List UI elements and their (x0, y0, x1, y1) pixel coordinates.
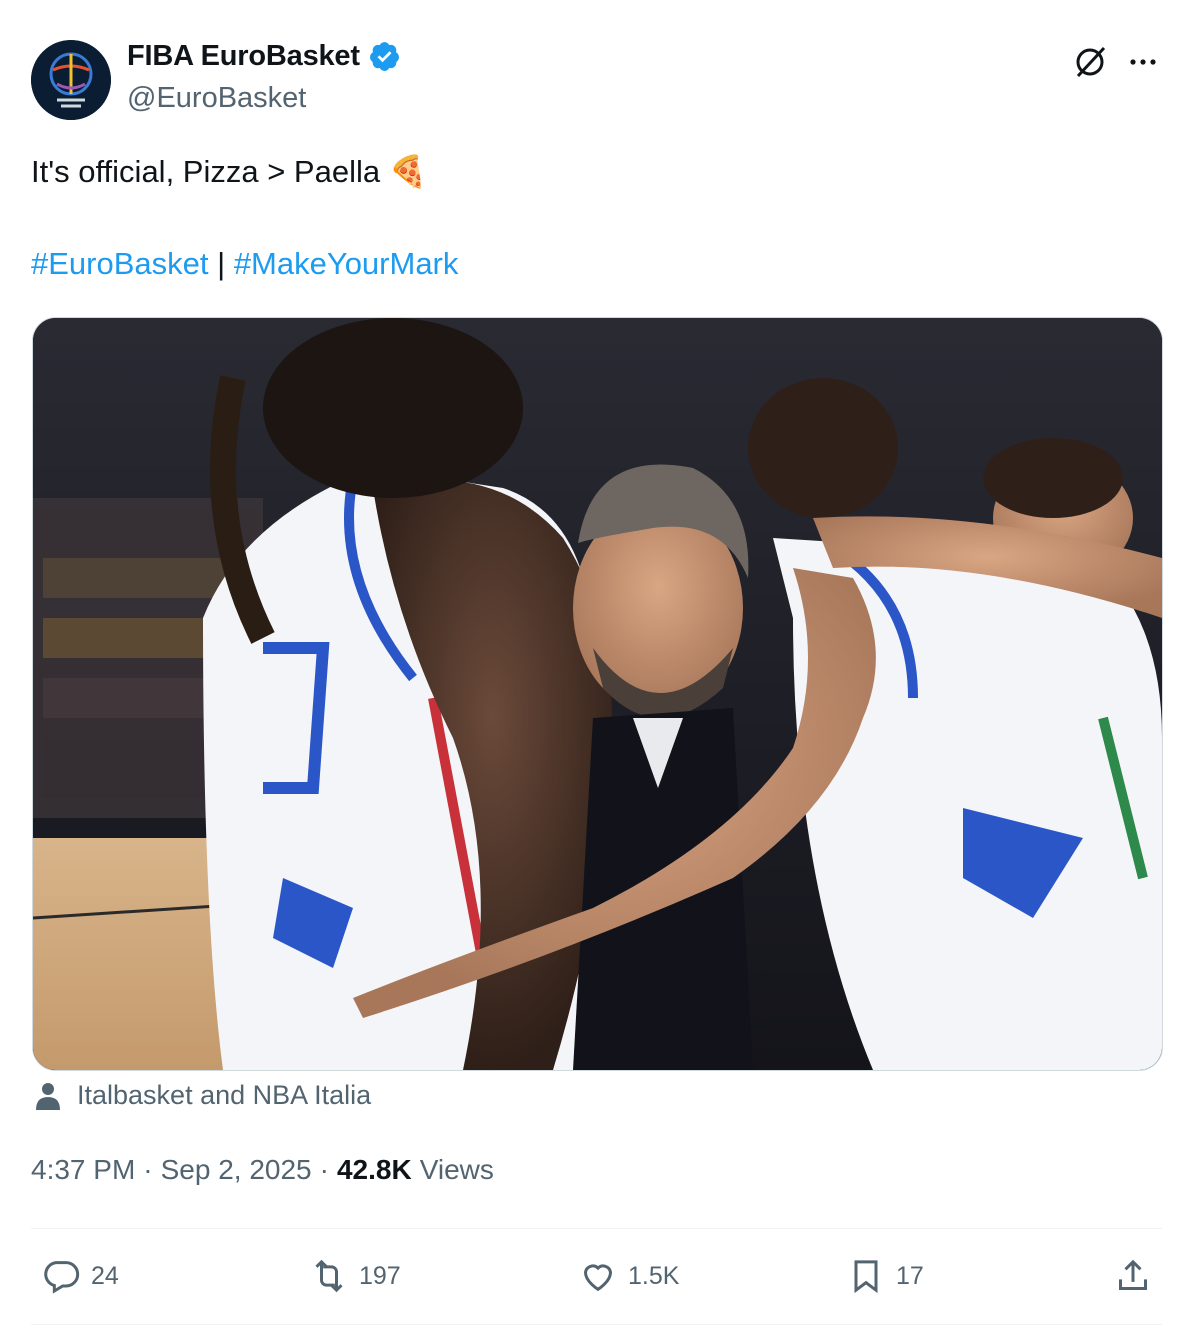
hashtag-makeyourmark[interactable]: #MakeYourMark (234, 246, 459, 281)
eurobasket-logo-icon (31, 40, 111, 120)
avatar[interactable] (31, 40, 111, 120)
grok-icon[interactable] (1072, 44, 1108, 80)
hashtag-eurobasket[interactable]: #EuroBasket (31, 246, 209, 281)
bookmark-button[interactable]: 17 (846, 1256, 924, 1296)
more-options-icon[interactable] (1125, 50, 1161, 74)
verified-badge-icon (369, 42, 399, 71)
hashtags: #EuroBasket | #MakeYourMark (31, 246, 458, 282)
meta-dot: · (143, 1154, 153, 1185)
repost-icon (315, 1259, 343, 1293)
tagged-people-label[interactable]: Italbasket and NBA Italia (77, 1080, 371, 1111)
display-name[interactable]: FIBA EuroBasket (127, 40, 401, 73)
reply-button[interactable]: 24 (41, 1256, 119, 1296)
divider (31, 1324, 1162, 1325)
share-icon (1119, 1259, 1147, 1290)
handle[interactable]: @EuroBasket (127, 82, 306, 115)
divider (31, 1228, 1162, 1229)
like-count: 1.5K (628, 1261, 680, 1290)
hashtag-separator: | (217, 246, 226, 281)
tweet-text: It's official, Pizza > Paella 🍕 (31, 150, 427, 194)
reply-icon (44, 1261, 80, 1294)
meta-dot: · (319, 1154, 329, 1185)
views-label: Views (419, 1154, 494, 1185)
pizza-emoji: 🍕 (388, 154, 428, 189)
tweet-meta: 4:37 PM · Sep 2, 2025 · 42.8K Views (31, 1154, 494, 1186)
heart-icon (583, 1264, 613, 1292)
display-name-text[interactable]: FIBA EuroBasket (127, 40, 360, 73)
like-button[interactable]: 1.5K (578, 1256, 679, 1296)
person-icon (36, 1082, 60, 1110)
tweet-date[interactable]: Sep 2, 2025 (161, 1154, 312, 1186)
tweet-photo[interactable] (32, 317, 1163, 1071)
repost-count: 197 (359, 1261, 401, 1290)
views-count: 42.8K (336, 1154, 412, 1185)
photo-basketball-celebration (33, 318, 1162, 1070)
repost-button[interactable]: 197 (309, 1256, 401, 1296)
bookmark-icon (854, 1260, 878, 1294)
tweet-text-body: It's official, Pizza > Paella (31, 154, 381, 189)
bookmark-count: 17 (896, 1261, 924, 1290)
tweet-time[interactable]: 4:37 PM (31, 1154, 135, 1186)
tagged-people[interactable]: Italbasket and NBA Italia (33, 1080, 371, 1111)
reply-count: 24 (91, 1261, 119, 1290)
share-button[interactable] (1113, 1256, 1153, 1296)
